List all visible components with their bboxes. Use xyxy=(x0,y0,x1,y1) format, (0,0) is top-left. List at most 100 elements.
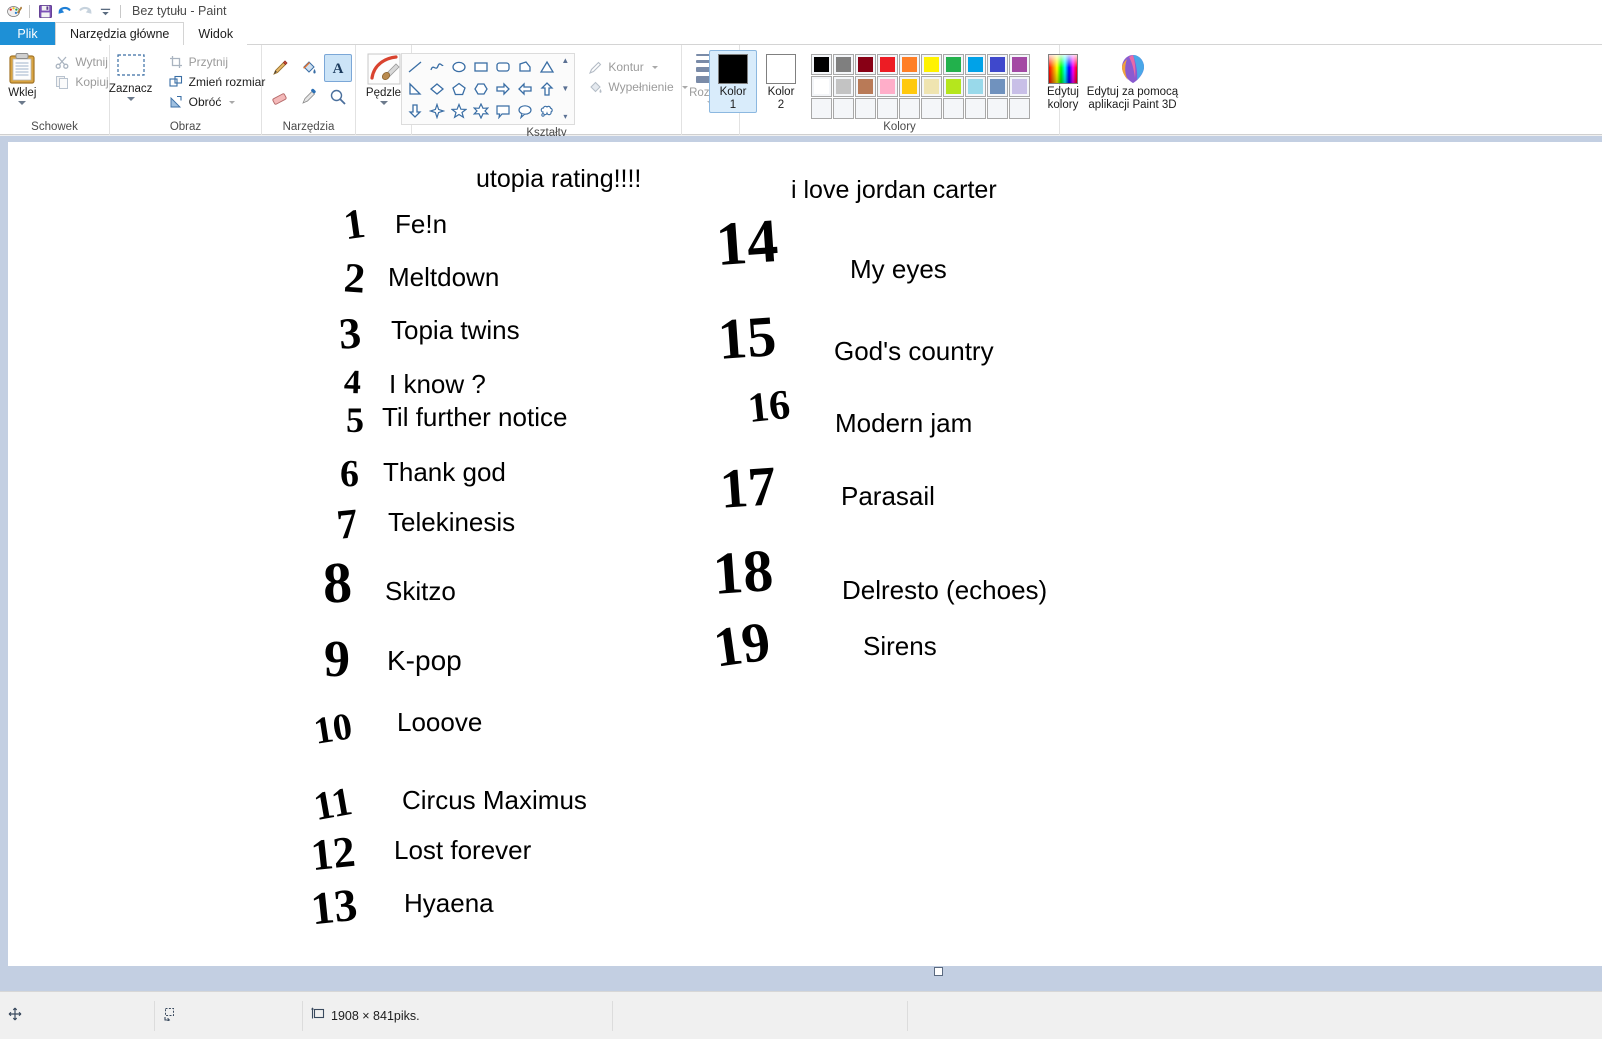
tabstrip-filler xyxy=(247,22,1602,45)
status-filesize xyxy=(613,1000,908,1031)
palette-swatch-r1-c4[interactable] xyxy=(877,54,898,75)
paint-app-icon[interactable] xyxy=(4,1,24,21)
outline-button: Kontur xyxy=(583,58,691,76)
shapes-scroll-up-icon[interactable]: ▲ xyxy=(561,57,569,65)
brushes-dropdown-caret[interactable] xyxy=(379,101,388,105)
palette-swatch-r3-c6[interactable] xyxy=(921,98,942,119)
outline-label: Kontur xyxy=(608,60,644,74)
palette-swatch-r1-c6[interactable] xyxy=(921,54,942,75)
palette-swatch-r3-c3[interactable] xyxy=(855,98,876,119)
shape-ellipse-icon[interactable] xyxy=(448,56,470,78)
palette-swatch-r2-c10[interactable] xyxy=(1009,76,1030,97)
paste-dropdown-caret[interactable] xyxy=(18,101,27,105)
palette-swatch-r3-c8[interactable] xyxy=(965,98,986,119)
shape-down-arrow-icon[interactable] xyxy=(404,100,426,122)
shapes-gallery[interactable]: ▲ ▼ ▾ xyxy=(401,53,576,125)
palette-swatch-r1-c2[interactable] xyxy=(833,54,854,75)
drawing-canvas[interactable]: utopia rating!!!! i love jordan carter 1 Fe… xyxy=(8,142,1602,966)
shapes-scrollbar[interactable]: ▲ ▼ ▾ xyxy=(558,56,572,122)
palette-swatch-r2-c8[interactable] xyxy=(965,76,986,97)
palette-swatch-r1-c9[interactable] xyxy=(987,54,1008,75)
magnifier-tool[interactable] xyxy=(324,83,352,111)
left-rank-12: 12 xyxy=(308,826,358,881)
edit-with-paint3d-button[interactable]: Edytuj za pomocą aplikacji Paint 3D xyxy=(1073,50,1193,112)
shape-cloud-callout-icon[interactable] xyxy=(536,100,558,122)
palette-swatch-r2-c7[interactable] xyxy=(943,76,964,97)
palette-swatch-r3-c2[interactable] xyxy=(833,98,854,119)
save-icon[interactable] xyxy=(35,1,55,21)
canvas-resize-handle[interactable] xyxy=(934,967,943,976)
palette-swatch-r2-c2[interactable] xyxy=(833,76,854,97)
shape-triangle-icon[interactable] xyxy=(536,56,558,78)
shape-up-arrow-icon[interactable] xyxy=(536,78,558,100)
palette-swatch-r2-c3[interactable] xyxy=(855,76,876,97)
palette-swatch-r2-c4[interactable] xyxy=(877,76,898,97)
customize-qat-icon[interactable] xyxy=(95,1,115,21)
text-tool[interactable]: A xyxy=(323,54,352,82)
palette-swatch-r1-c10[interactable] xyxy=(1009,54,1030,75)
shape-hexagon-icon[interactable] xyxy=(470,78,492,100)
resize-button[interactable]: Zmień rozmiar xyxy=(164,73,270,91)
palette-swatch-color xyxy=(814,57,829,72)
palette-swatch-r3-c10[interactable] xyxy=(1009,98,1030,119)
palette-swatch-r2-c6[interactable] xyxy=(921,76,942,97)
palette-swatch-r1-c8[interactable] xyxy=(965,54,986,75)
shape-four-point-star-icon[interactable] xyxy=(426,100,448,122)
shape-line-icon[interactable] xyxy=(404,56,426,78)
palette-swatch-r2-c5[interactable] xyxy=(899,76,920,97)
rotate-caret-icon[interactable] xyxy=(229,100,236,104)
shape-six-point-star-icon[interactable] xyxy=(470,100,492,122)
color-1-button[interactable]: Kolor 1 xyxy=(709,50,757,113)
select-dropdown-caret[interactable] xyxy=(126,97,135,101)
palette-swatch-r3-c9[interactable] xyxy=(987,98,1008,119)
shape-pentagon-icon[interactable] xyxy=(448,78,470,100)
left-rank-11: 11 xyxy=(310,778,356,829)
paint3d-label-line1: Edytuj za pomocą xyxy=(1086,86,1179,98)
palette-swatch-r1-c7[interactable] xyxy=(943,54,964,75)
shapes-scroll-down-icon[interactable]: ▼ xyxy=(561,85,569,93)
color-palette[interactable] xyxy=(811,50,1030,119)
shape-oval-callout-icon[interactable] xyxy=(514,100,536,122)
fill-tool[interactable] xyxy=(295,54,323,82)
palette-swatch-r2-c1[interactable] xyxy=(811,76,832,97)
shapes-expand-icon[interactable]: ▾ xyxy=(563,113,567,121)
ribbon: Wklej Wytnij Kopiuj Schowek Zaznacz Przy… xyxy=(0,45,1602,139)
paste-button[interactable]: Wklej xyxy=(0,50,48,105)
pencil-tool[interactable] xyxy=(266,54,294,82)
palette-swatch-color xyxy=(1012,79,1027,94)
shape-five-point-star-icon[interactable] xyxy=(448,100,470,122)
select-button[interactable]: Zaznacz xyxy=(102,50,160,101)
palette-swatch-r1-c5[interactable] xyxy=(899,54,920,75)
shape-curve-icon[interactable] xyxy=(426,56,448,78)
palette-swatch-r1-c3[interactable] xyxy=(855,54,876,75)
color-2-button[interactable]: Kolor 2 xyxy=(757,50,805,113)
right-rank-17: 17 xyxy=(717,455,779,521)
left-title-12: Lost forever xyxy=(394,835,532,865)
shape-rectangle-icon[interactable] xyxy=(470,56,492,78)
copy-icon xyxy=(54,74,70,90)
palette-swatch-r3-c7[interactable] xyxy=(943,98,964,119)
eraser-tool[interactable] xyxy=(266,83,294,111)
tab-view[interactable]: Widok xyxy=(184,22,247,45)
shape-rounded-rectangle-icon[interactable] xyxy=(492,56,514,78)
paint-window: Bez tytułu - Paint Plik Narzędzia główne… xyxy=(0,0,1602,1039)
palette-swatch-color xyxy=(990,79,1005,94)
shape-left-arrow-icon[interactable] xyxy=(514,78,536,100)
palette-swatch-r3-c1[interactable] xyxy=(811,98,832,119)
palette-swatch-r1-c1[interactable] xyxy=(811,54,832,75)
shape-diamond-icon[interactable] xyxy=(426,78,448,100)
palette-swatch-r3-c4[interactable] xyxy=(877,98,898,119)
ribbon-group-paint3d: Edytuj za pomocą aplikacji Paint 3D xyxy=(1060,45,1205,135)
color-picker-tool[interactable] xyxy=(295,83,323,111)
rotate-button[interactable]: Obróć xyxy=(164,93,270,111)
shape-right-triangle-icon[interactable] xyxy=(404,78,426,100)
undo-icon[interactable] xyxy=(55,1,75,21)
left-title-8: Skitzo xyxy=(385,576,456,606)
shape-rounded-callout-icon[interactable] xyxy=(492,100,514,122)
tab-home[interactable]: Narzędzia główne xyxy=(55,22,185,45)
palette-swatch-r2-c9[interactable] xyxy=(987,76,1008,97)
palette-swatch-r3-c5[interactable] xyxy=(899,98,920,119)
shape-right-arrow-icon[interactable] xyxy=(492,78,514,100)
tab-file[interactable]: Plik xyxy=(0,22,55,45)
shape-polygon-icon[interactable] xyxy=(514,56,536,78)
